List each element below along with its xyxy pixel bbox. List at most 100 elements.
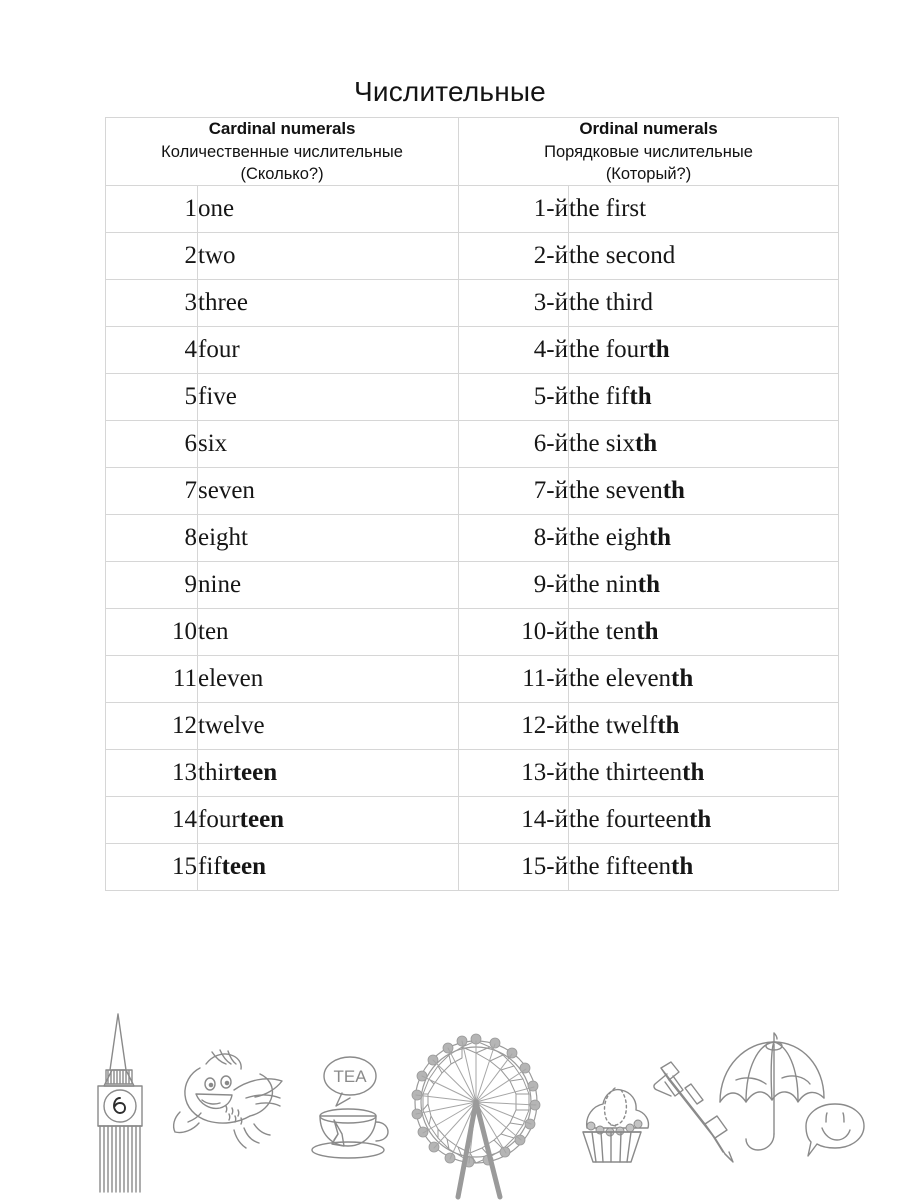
cardinal-word: seven — [196, 467, 460, 516]
cardinal-word: two — [196, 232, 460, 281]
ordinal-number: 9-й — [458, 561, 570, 610]
table-row: 1 one 1-й the first — [105, 185, 840, 234]
cardinal-word-stem: four — [198, 336, 240, 364]
cardinal-word: twelve — [196, 702, 460, 751]
ordinal-word-stem: the seven — [569, 477, 663, 505]
cardinal-word-stem: three — [198, 289, 248, 317]
ordinal-number: 7-й — [458, 467, 570, 516]
table-row: 8 eight 8-й the eighth — [105, 514, 840, 563]
header-ordinal-russian: Порядковые числительные — [544, 142, 753, 161]
ordinal-word-stem: the four — [569, 336, 648, 364]
cardinal-word: six — [196, 420, 460, 469]
ferris-wheel-icon — [400, 1022, 552, 1200]
table-row: 4 four 4-й the fourth — [105, 326, 840, 375]
ordinal-word: the third — [568, 279, 840, 328]
cardinal-number: 11 — [105, 655, 198, 704]
ordinal-number: 2-й — [458, 232, 570, 281]
cardinal-word-stem: seven — [198, 477, 255, 505]
ordinal-word-stem: the fourteen — [569, 806, 690, 834]
ordinal-word-stem: the first — [569, 195, 647, 223]
ordinal-word-suffix: th — [647, 336, 670, 364]
table-row: 11 eleven 11-й the eleventh — [105, 655, 840, 704]
ordinal-word-suffix: th — [671, 665, 694, 693]
ordinal-word-stem: the eleven — [569, 665, 672, 693]
ordinal-number: 6-й — [458, 420, 570, 469]
ordinal-word-stem: the ten — [569, 618, 637, 646]
doodle-strip: TEA — [0, 1000, 900, 1200]
table-row: 15 fifteen 15-й the fifteenth — [105, 843, 840, 892]
ordinal-number: 15-й — [458, 843, 570, 892]
cardinal-word: eight — [196, 514, 460, 563]
ordinal-word-stem: the eigh — [569, 524, 649, 552]
ordinal-word-suffix: th — [689, 806, 712, 834]
ordinal-word: the first — [568, 185, 840, 234]
cardinal-word-stem: ten — [198, 618, 229, 646]
cardinal-word-stem: one — [198, 195, 235, 223]
header-ordinal-english: Ordinal numerals — [579, 119, 718, 138]
cardinal-word: nine — [196, 561, 460, 610]
table-body: 1 one 1-й the first 2 two 2-й the second 3 three 3… — [105, 185, 840, 892]
cardinal-word: ten — [196, 608, 460, 657]
cardinal-word: thirteen — [196, 749, 460, 798]
cardinal-word-stem: two — [198, 242, 236, 270]
ordinal-word: the tenth — [568, 608, 840, 657]
ordinal-number: 8-й — [458, 514, 570, 563]
cardinal-word-stem: eight — [198, 524, 248, 552]
ordinal-number: 10-й — [458, 608, 570, 657]
cardinal-number: 8 — [105, 514, 198, 563]
ordinal-number: 14-й — [458, 796, 570, 845]
ordinal-word-stem: the thirteen — [569, 759, 683, 787]
ordinal-word-stem: the fif — [569, 383, 630, 411]
table-row: 12 twelve 12-й the twelfth — [105, 702, 840, 751]
ordinal-word: the second — [568, 232, 840, 281]
header-ordinal: Ordinal numerals Порядковые числительные… — [458, 116, 840, 187]
cardinal-number: 6 — [105, 420, 198, 469]
cardinal-word-suffix: teen — [232, 759, 278, 787]
ordinal-word: the ninth — [568, 561, 840, 610]
cardinal-number: 12 — [105, 702, 198, 751]
cardinal-word-stem: nine — [198, 571, 242, 599]
ordinal-word: the fifteenth — [568, 843, 840, 892]
cardinal-word: one — [196, 185, 460, 234]
table-header: Cardinal numerals Количественные числите… — [104, 116, 840, 187]
ordinal-number: 11-й — [458, 655, 570, 704]
ordinal-word-stem: the third — [569, 289, 654, 317]
ordinal-word-stem: the second — [569, 242, 676, 270]
cardinal-word: five — [196, 373, 460, 422]
ordinal-word: the eighth — [568, 514, 840, 563]
tea-bubble-text: TEA — [333, 1067, 367, 1086]
table-row: 3 three 3-й the third — [105, 279, 840, 328]
cardinal-word-stem: fif — [198, 853, 222, 881]
cardinal-number: 2 — [105, 232, 198, 281]
cardinal-word: four — [196, 326, 460, 375]
cardinal-word-stem: thir — [198, 759, 233, 787]
ordinal-word-stem: the fifteen — [569, 853, 672, 881]
ordinal-word-suffix: th — [634, 430, 658, 458]
ordinal-word-stem: the twelf — [569, 712, 658, 740]
ordinal-word-suffix: th — [637, 571, 660, 599]
ordinal-word: the thirteenth — [568, 749, 840, 798]
cardinal-word-stem: twelve — [198, 712, 265, 740]
cardinal-number: 14 — [105, 796, 198, 845]
page-title: Числительные — [354, 76, 546, 107]
ordinal-word-suffix: th — [657, 712, 680, 740]
ordinal-word-suffix: th — [671, 853, 694, 881]
ordinal-word-suffix: th — [662, 477, 685, 505]
ordinal-word-suffix: th — [648, 524, 672, 552]
header-cardinal: Cardinal numerals Количественные числите… — [104, 116, 460, 187]
cardinal-word-stem: five — [198, 383, 237, 411]
ordinal-number: 4-й — [458, 326, 570, 375]
cardinal-number: 1 — [105, 185, 198, 234]
cardinal-word-stem: six — [198, 430, 228, 458]
cardinal-number: 3 — [105, 279, 198, 328]
ordinal-number: 3-й — [458, 279, 570, 328]
header-cardinal-english: Cardinal numerals — [208, 119, 356, 138]
ordinal-word: the sixth — [568, 420, 840, 469]
ordinal-word: the fifth — [568, 373, 840, 422]
cardinal-number: 9 — [105, 561, 198, 610]
table-row: 5 five 5-й the fifth — [105, 373, 840, 422]
cardinal-word: fifteen — [196, 843, 460, 892]
table-row: 6 six 6-й the sixth — [105, 420, 840, 469]
header-cardinal-question: (Сколько?) — [240, 164, 324, 183]
cardinal-word-suffix: teen — [239, 806, 285, 834]
